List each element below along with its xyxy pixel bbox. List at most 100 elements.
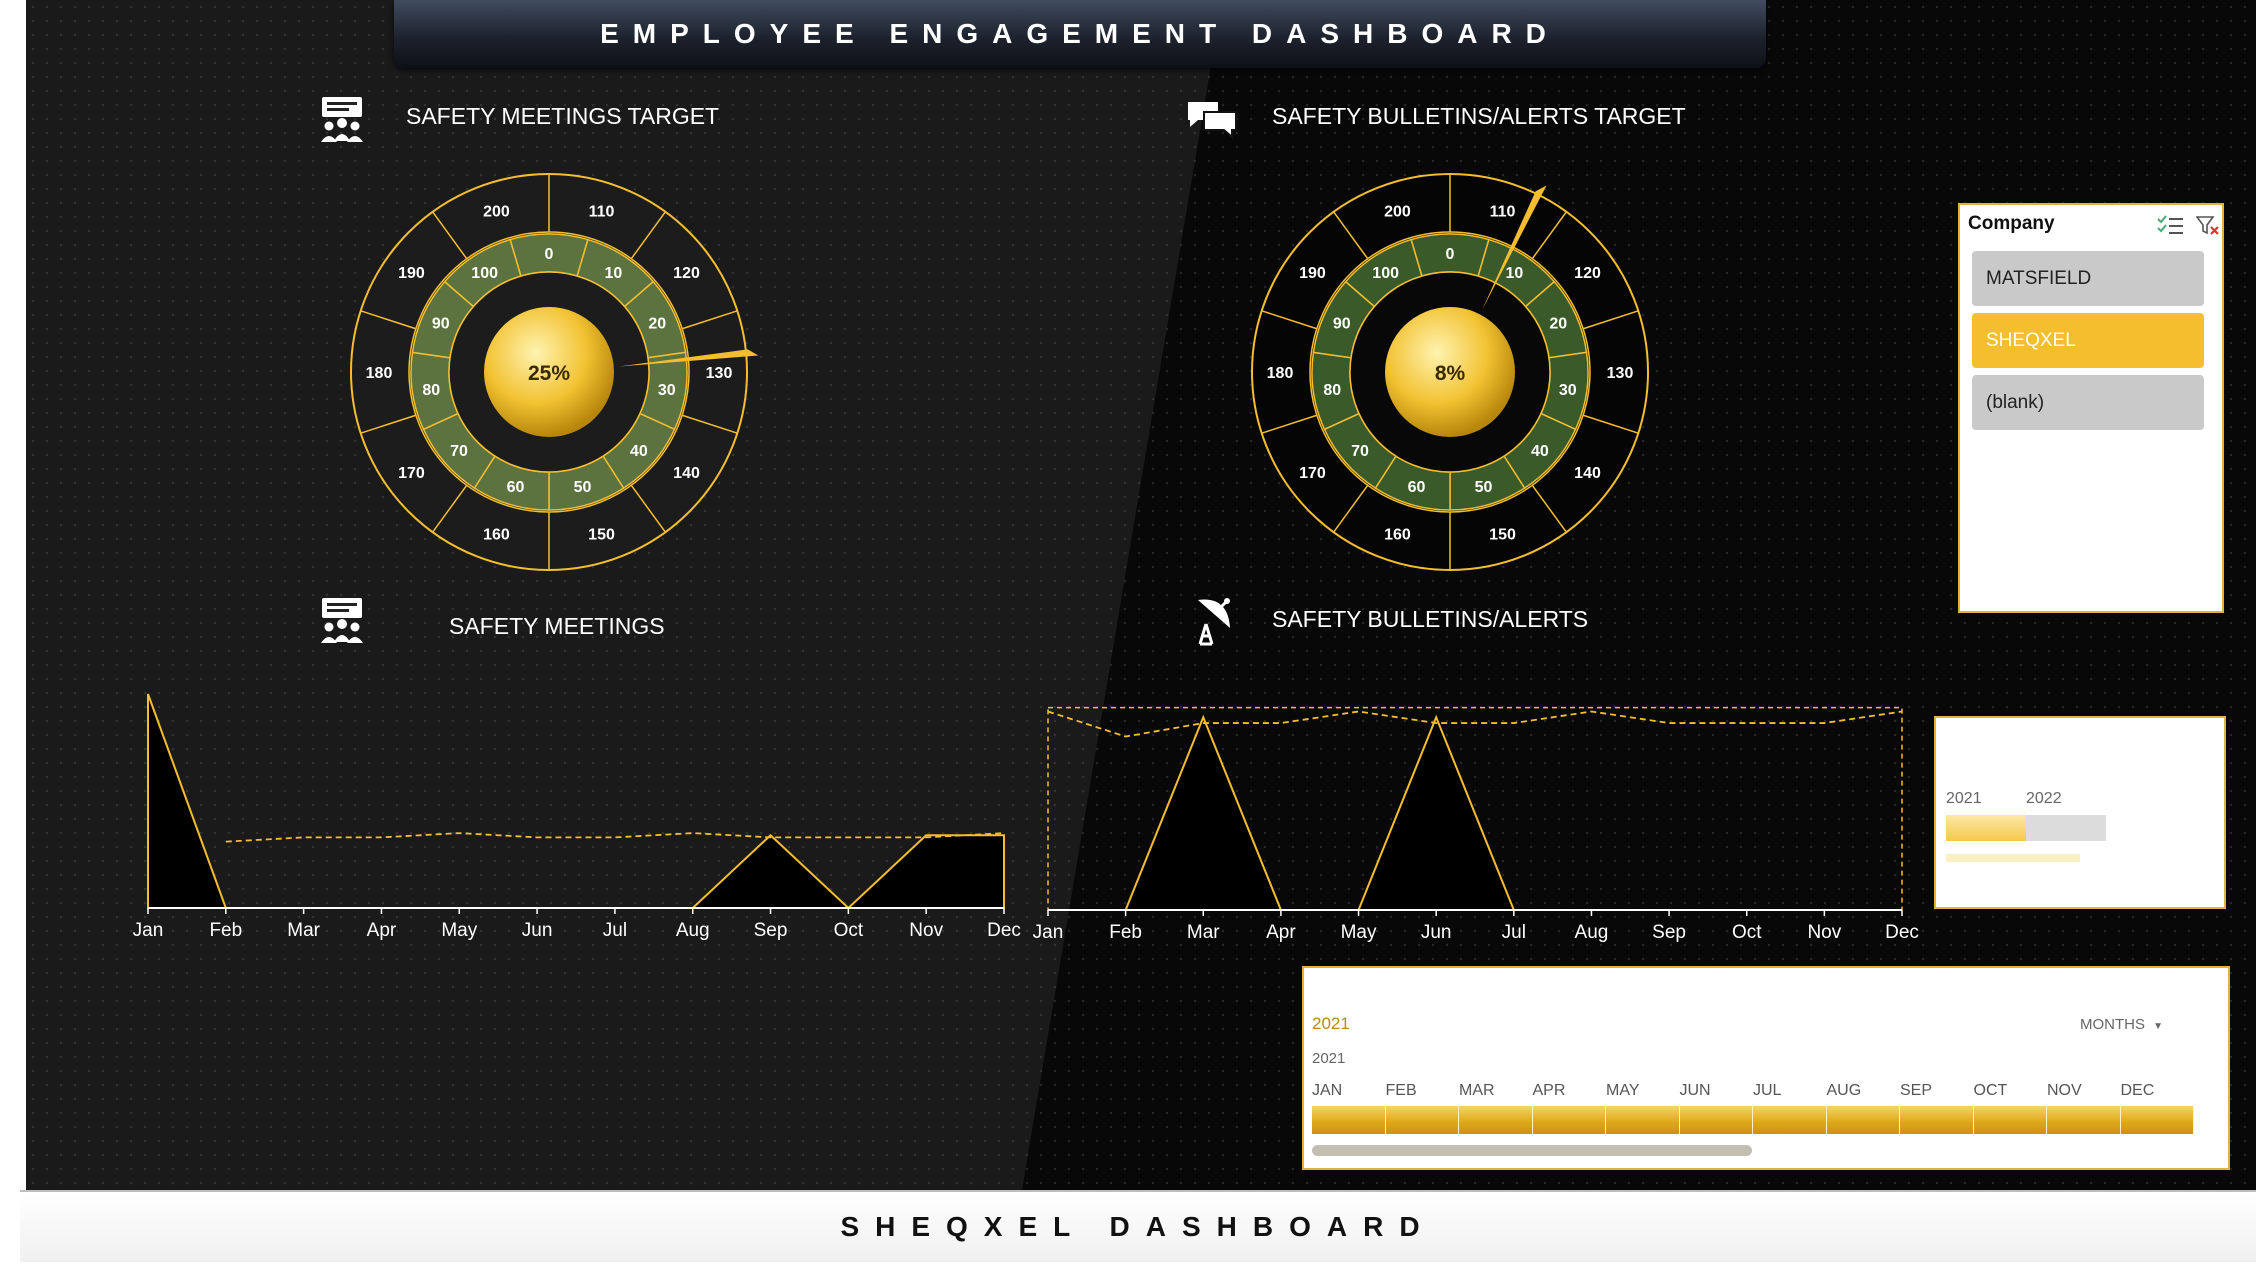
satellite-dish-icon (1192, 594, 1236, 651)
gauge-inner-label: 90 (1333, 316, 1351, 333)
chart-area-series (147, 693, 1005, 910)
timeline-month-cell[interactable] (1606, 1106, 1680, 1134)
year-bar-2022[interactable] (2026, 815, 2106, 841)
gauge-inner-label: 10 (604, 265, 622, 282)
gauge-inner-label: 0 (545, 246, 554, 263)
year-scrollbar[interactable] (1946, 854, 2080, 862)
gauge-inner-label: 30 (1559, 382, 1577, 399)
chart-x-tick-label: Dec (1885, 922, 1919, 943)
slicer-title: Company (1968, 213, 2055, 234)
chart-dashed-series (225, 832, 1005, 843)
chat-bubbles-icon (1186, 98, 1238, 145)
company-slicer: Company MATSFIELD SHEQXEL (blank) (1958, 203, 2224, 613)
slicer-item-blank[interactable]: (blank) (1972, 375, 2204, 430)
timeline-month-label: DEC (2120, 1082, 2155, 1099)
timeline-month-label: NOV (2047, 1082, 2082, 1099)
timeline-month-cell[interactable] (1973, 1106, 2047, 1134)
gauge-outer-label: 200 (483, 203, 510, 220)
gauge-outer-label: 170 (1299, 465, 1326, 482)
period-dropdown-label: MONTHS (2080, 1016, 2145, 1033)
gauge-inner-label: 30 (658, 382, 676, 399)
timeline-selection: 2021 (1312, 1014, 1350, 1033)
gauge-outer-label: 120 (673, 265, 700, 282)
gauge-outer-label: 190 (1299, 265, 1326, 282)
period-dropdown[interactable]: MONTHS ▼ (2080, 1016, 2163, 1033)
footer-title: SHEQXEL DASHBOARD (840, 1211, 1436, 1242)
gauge-value-label: 8% (1435, 362, 1466, 385)
timeline-month-cell[interactable] (1459, 1106, 1533, 1134)
gauge-inner-label: 20 (648, 316, 666, 333)
timeline-month-cell[interactable] (2047, 1106, 2121, 1134)
gauge-outer-label: 110 (589, 203, 615, 220)
timeline-bar[interactable] (1312, 1106, 2194, 1134)
gauge-inner-label: 20 (1549, 316, 1567, 333)
timeline-month-label: APR (1532, 1082, 1566, 1099)
year-label-2022[interactable]: 2022 (2026, 790, 2062, 808)
chart-x-tick-label: Jun (522, 920, 553, 941)
year-bar-2021[interactable] (1946, 815, 2026, 841)
timeline-month-cell[interactable] (1826, 1106, 1900, 1134)
slicer-item-sheqxel[interactable]: SHEQXEL (1972, 313, 2204, 368)
timeline-month-cell[interactable] (2120, 1106, 2194, 1134)
chart-x-tick-label: Mar (287, 920, 320, 941)
bulletins-target-title: SAFETY BULLETINS/ALERTS TARGET (1272, 103, 1686, 129)
timeline-scrollbar[interactable] (1312, 1145, 1752, 1156)
bulletins-target-gauge: 110 120 130 140 150 160 170 180 190 200 0 10 20 30 40 5… (1251, 173, 1649, 571)
chart-area-series (1048, 714, 1902, 911)
gauge-inner-label: 60 (1408, 479, 1426, 496)
chart-x-tick-label: Sep (754, 920, 788, 941)
chart-x-tick-label: Aug (676, 920, 710, 941)
gauge-outer-label: 150 (588, 527, 615, 544)
chart-x-tick-label: Jul (603, 920, 627, 941)
dashboard-canvas: EMPLOYEE ENGAGEMENT DASHBOARD SAFETY MEE… (26, 0, 2256, 1190)
gauge-outer-label: 130 (706, 365, 733, 382)
timeline-month-cell[interactable] (1312, 1106, 1386, 1134)
chevron-down-icon: ▼ (2153, 1021, 2164, 1032)
timeline-month-label: AUG (1826, 1082, 1862, 1099)
chart-x-tick-label: Jan (1033, 922, 1064, 943)
gauge-inner-label: 80 (422, 382, 440, 399)
bulletins-title: SAFETY BULLETINS/ALERTS (1272, 606, 1589, 632)
safety-meetings-chart: Jan Feb Mar Apr May Jun Jul Aug Sep Oct Nov Dec (133, 693, 1021, 941)
gauge-inner-label: 60 (507, 479, 525, 496)
gauge-outer-label: 110 (1490, 203, 1516, 220)
timeline-month-cell[interactable] (1679, 1106, 1753, 1134)
timeline-month-cell[interactable] (1753, 1106, 1827, 1134)
chart-x-tick-label: May (1341, 922, 1377, 943)
gauge-outer-label: 160 (483, 527, 510, 544)
dashboard-window: EMPLOYEE ENGAGEMENT DASHBOARD SAFETY MEE… (0, 0, 2256, 1264)
gauge-outer-label: 150 (1489, 527, 1516, 544)
timeline-month-label: SEP (1900, 1082, 1933, 1099)
multi-select-icon[interactable] (2156, 215, 2184, 242)
meetings-title: SAFETY MEETINGS (449, 613, 665, 639)
gauge-outer-label: 140 (673, 465, 700, 482)
chart-x-tick-label: May (441, 920, 477, 941)
timeline-month-cell[interactable] (1900, 1106, 1974, 1134)
chart-x-tick-label: Feb (209, 920, 242, 941)
chart-x-tick-label: Apr (367, 920, 397, 941)
chart-x-tick-label: Jan (133, 920, 164, 941)
chart-x-tick-label: Nov (1807, 922, 1841, 943)
slicer-item-matsfield[interactable]: MATSFIELD (1972, 251, 2204, 306)
gauge-inner-label: 100 (1372, 265, 1399, 282)
timeline-month-label: JUL (1753, 1082, 1782, 1099)
timeline-month-label: FEB (1385, 1082, 1417, 1099)
chart-x-tick-label: Mar (1187, 922, 1220, 943)
year-label-2021[interactable]: 2021 (1946, 790, 1982, 808)
timeline-month-cell[interactable] (1385, 1106, 1459, 1134)
gauge-outer-label: 140 (1574, 465, 1601, 482)
gauge-inner-label: 50 (574, 479, 592, 496)
meetings-target-title: SAFETY MEETINGS TARGET (406, 103, 720, 129)
gauge-inner-label: 90 (432, 316, 450, 333)
chart-x-tick-label: Jun (1421, 922, 1452, 943)
meeting-presentation-icon (318, 95, 366, 148)
gauge-outer-label: 160 (1384, 527, 1411, 544)
gauge-inner-label: 10 (1505, 265, 1523, 282)
clear-filter-icon[interactable] (2195, 215, 2220, 242)
gauge-outer-label: 180 (1267, 365, 1294, 382)
safety-bulletins-chart: Jan Feb Mar Apr May Jun Jul Aug Sep Oct Nov Dec (1033, 706, 1919, 943)
timeline-month-cell[interactable] (1532, 1106, 1606, 1134)
chart-x-tick-label: Aug (1575, 922, 1609, 943)
chart-dashed-series (1047, 710, 1903, 738)
gauge-value-label: 25% (528, 362, 570, 385)
